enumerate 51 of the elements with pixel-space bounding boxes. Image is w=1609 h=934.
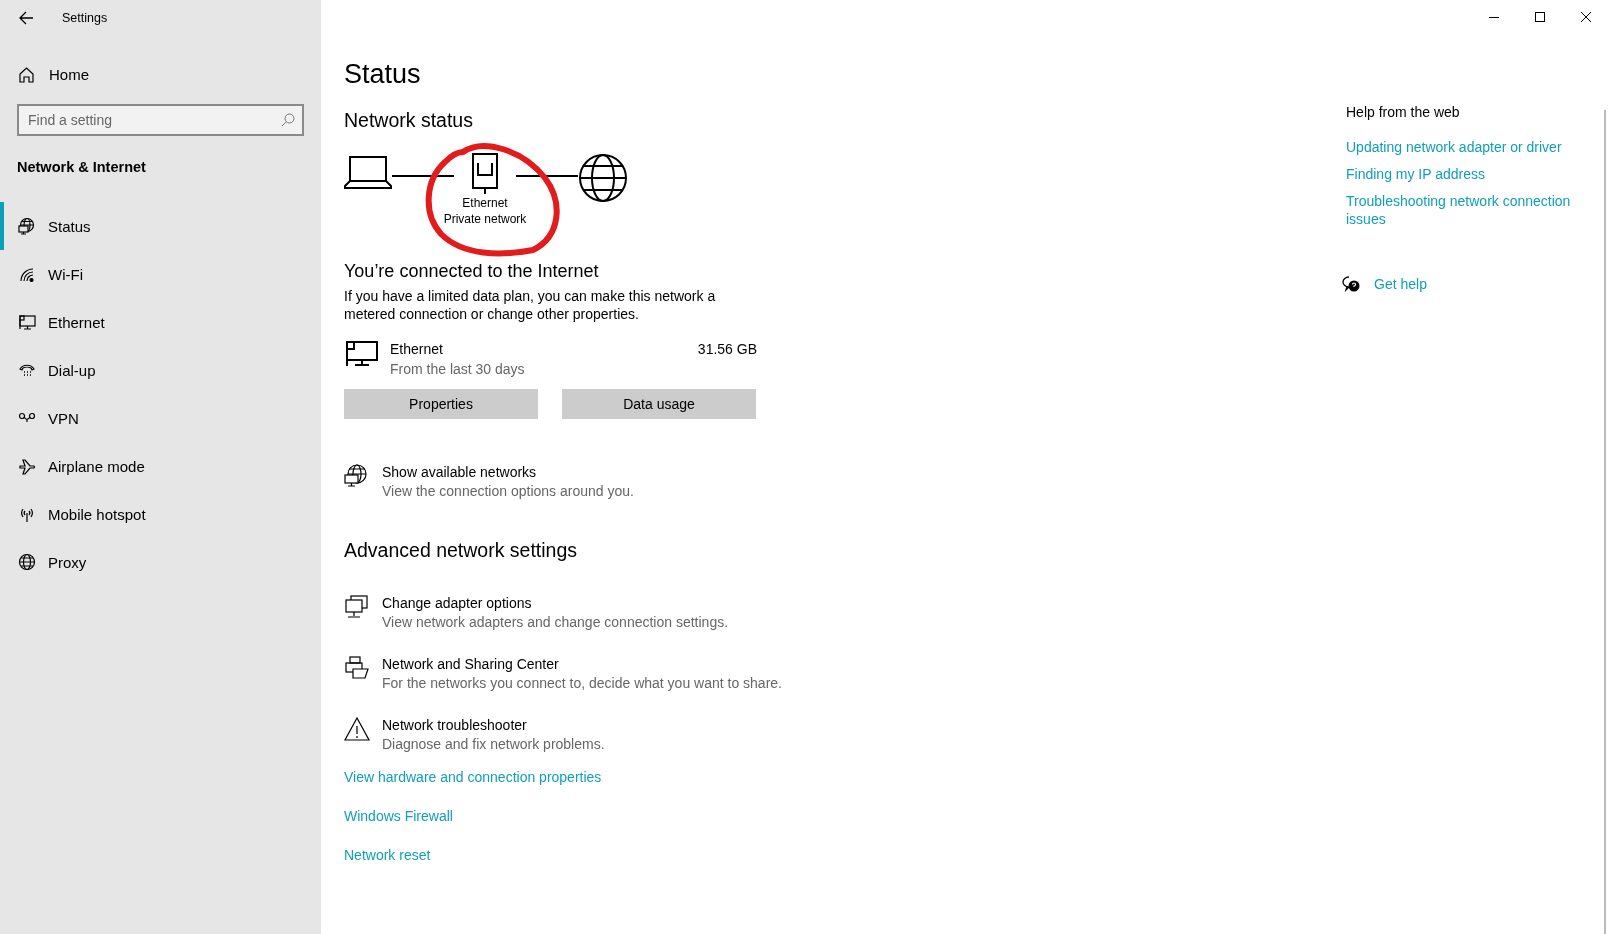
nav-item[interactable]: VPN — [0, 394, 321, 442]
search-icon — [281, 113, 295, 127]
nav-item[interactable]: Airplane mode — [0, 442, 321, 490]
close-icon — [1581, 12, 1591, 22]
globe-icon — [18, 553, 36, 571]
setting-link[interactable]: Show available networks — [382, 463, 537, 482]
data-amount: 31.56 GB — [697, 340, 757, 359]
wifi-icon — [18, 265, 36, 283]
description-text: If you have a limited data plan, you can make this network a metered connection or change other properties. — [344, 287, 717, 323]
action-button[interactable]: Properties — [344, 389, 538, 419]
back-icon[interactable] — [18, 10, 34, 26]
nav-item[interactable]: Proxy — [0, 538, 321, 586]
nav-item[interactable]: Wi-Fi — [0, 250, 321, 298]
laptop-icon — [344, 153, 392, 189]
action-button[interactable]: Data usage — [562, 389, 756, 419]
airplane-icon — [18, 457, 36, 475]
nav-item[interactable]: Ethernet — [0, 298, 321, 346]
section-heading: Network status — [344, 108, 474, 133]
ethernet-port-icon — [471, 153, 499, 195]
adapter-name: Ethernet — [462, 195, 508, 211]
globe-monitor-icon — [18, 217, 36, 235]
network-type: Private network — [443, 211, 527, 227]
setting-link[interactable]: Network troubleshooter — [382, 716, 527, 735]
monitors-icon — [344, 594, 370, 620]
page-title: Status — [344, 58, 422, 91]
window-title: Settings — [62, 11, 108, 25]
nav-item[interactable]: Mobile hotspot — [0, 490, 321, 538]
nav-item[interactable]: Dial-up — [0, 346, 321, 394]
printer-folder-icon — [344, 655, 370, 681]
connection-heading: You’re connected to the Internet — [344, 260, 600, 283]
setting-link[interactable]: Network and Sharing Center — [382, 655, 559, 674]
setting-description: Diagnose and fix network problems. — [382, 735, 605, 754]
globe-monitor-icon — [344, 463, 370, 489]
section-heading: Network & Internet — [17, 158, 147, 177]
nav-item[interactable]: Status — [0, 202, 321, 250]
adapter-name: Ethernet — [390, 340, 443, 359]
section-heading: Advanced network settings — [344, 538, 579, 563]
warning-icon — [344, 716, 370, 742]
chat-help-icon — [1342, 275, 1360, 293]
ethernet-icon — [344, 339, 378, 367]
setting-description: View network adapters and change connection settings. — [382, 613, 729, 632]
search-field[interactable]: Find a setting — [17, 104, 304, 136]
usage-period: From the last 30 days — [390, 360, 525, 379]
home-icon — [18, 65, 35, 83]
ethernet-icon — [18, 313, 36, 331]
maximize-icon — [1535, 12, 1545, 22]
home-link[interactable]: Home — [18, 56, 298, 92]
help-heading: Help from the web — [1346, 103, 1460, 122]
setting-description: View the connection options around you. — [382, 482, 634, 501]
setting-description: For the networks you connect to, decide what you want to share. — [382, 674, 782, 693]
setting-link[interactable]: Change adapter options — [382, 594, 532, 613]
